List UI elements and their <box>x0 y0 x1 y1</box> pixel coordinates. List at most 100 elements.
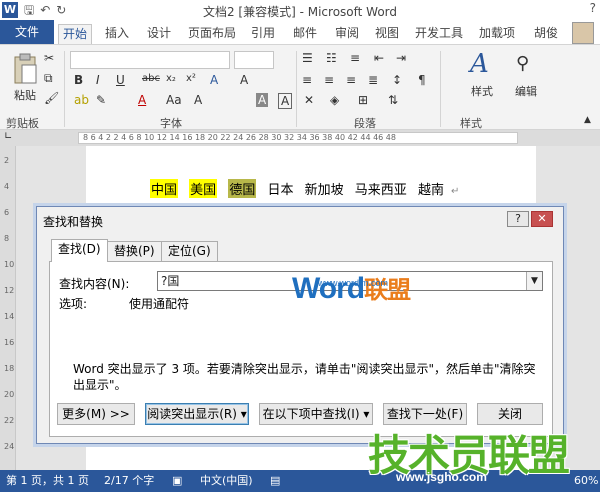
italic-button[interactable]: I <box>96 73 100 87</box>
vruler-label: 24 <box>4 442 15 451</box>
edit-button[interactable]: 编辑 <box>508 83 544 99</box>
watermark-word: Word <box>292 272 365 305</box>
justify-icon[interactable]: ≣ <box>368 73 378 87</box>
align-right-icon[interactable]: ≡ <box>346 73 356 87</box>
tab-design[interactable]: 设计 <box>142 24 176 44</box>
cut-icon[interactable]: ✂ <box>44 51 54 65</box>
word[interactable]: 新加坡 <box>305 179 344 198</box>
tab-mailings[interactable]: 邮件 <box>288 24 322 44</box>
tab-addins[interactable]: 加载项 <box>474 24 520 44</box>
proofing-icon[interactable]: ▣ <box>172 470 182 492</box>
word[interactable]: 马来西亚 <box>355 179 407 198</box>
jsgho-watermark-url: www.jsgho.com <box>396 470 487 484</box>
highlight-button[interactable]: ab <box>74 93 89 107</box>
show-marks-icon[interactable]: ¶ <box>418 73 426 87</box>
vruler-label: 20 <box>4 390 15 399</box>
font-name-combo[interactable] <box>70 51 230 69</box>
styles-icon[interactable]: A <box>470 49 489 79</box>
word[interactable]: 越南 <box>418 179 444 198</box>
tab-view[interactable]: 视图 <box>370 24 404 44</box>
tab-review[interactable]: 审阅 <box>330 24 364 44</box>
watermark-url: www.wordlm.com <box>318 278 389 288</box>
dialog-help-button[interactable]: ? <box>507 211 529 227</box>
macro-icon[interactable]: ▤ <box>270 470 280 492</box>
tab-goto[interactable]: 定位(G) <box>161 241 218 261</box>
language[interactable]: 中文(中国) <box>200 470 253 492</box>
paste-button[interactable]: 粘贴 <box>10 87 40 103</box>
vruler-label: 22 <box>4 416 15 425</box>
numbering-icon[interactable]: ☷ <box>326 51 337 65</box>
align-left-icon[interactable]: ≡ <box>302 73 312 87</box>
dialog-title: 查找和替换 <box>43 215 104 229</box>
format-painter-icon[interactable]: 🖌 <box>44 91 59 105</box>
sort-icon[interactable]: ⇅ <box>388 93 398 107</box>
collapse-ribbon-icon[interactable]: ▲ <box>584 115 591 125</box>
tab-insert[interactable]: 插入 <box>100 24 134 44</box>
shading-icon[interactable]: ◈ <box>330 93 339 107</box>
aa-button[interactable]: Aa <box>166 93 182 107</box>
char-border-button[interactable]: A <box>278 93 293 109</box>
separator <box>440 51 441 127</box>
decrease-indent-icon[interactable]: ⇤ <box>374 51 384 65</box>
find-in-button[interactable]: 在以下项中查找(I) ▾ <box>259 403 373 425</box>
vruler-label: 14 <box>4 312 15 321</box>
find-history-dropdown[interactable]: ▼ <box>526 272 542 290</box>
document-text-line[interactable]: 中国 美国 德国 日本 新加坡 马来西亚 越南 ↵ <box>150 179 466 198</box>
vruler-label: 6 <box>4 208 10 217</box>
font-size-combo[interactable] <box>234 51 274 69</box>
line-spacing-icon[interactable]: ↕ <box>392 73 402 87</box>
multilevel-list-icon[interactable]: ≡ <box>350 51 360 65</box>
page-count[interactable]: 第 1 页，共 1 页 <box>6 470 89 492</box>
font-group-label: 字体 <box>160 117 182 130</box>
word-count[interactable]: 2/17 个字 <box>104 470 154 492</box>
binoculars-icon[interactable]: ⚲ <box>516 53 529 74</box>
ribbon-tabs: 文件 开始 插入 设计 页面布局 引用 邮件 审阅 视图 开发工具 加载项 胡俊 <box>0 20 600 44</box>
help-icon[interactable]: ? <box>590 1 596 15</box>
paste-icon[interactable] <box>12 53 38 85</box>
avatar[interactable] <box>572 22 594 44</box>
find-replace-dialog: 查找和替换 ? ✕ 查找(D) 替换(P) 定位(G) 查找内容(N): ?国 … <box>36 206 564 444</box>
styles-button[interactable]: 样式 <box>464 83 500 99</box>
copy-icon[interactable]: ⧉ <box>44 71 53 86</box>
vertical-ruler: 2 4 6 8 10 12 14 16 18 20 22 24 <box>0 146 16 470</box>
subscript-button[interactable]: x₂ <box>166 73 176 84</box>
tab-user[interactable]: 胡俊 <box>526 24 566 44</box>
underline-button[interactable]: U <box>116 73 125 87</box>
superscript-button[interactable]: x² <box>186 73 196 84</box>
tab-file[interactable]: 文件 <box>0 20 54 44</box>
vruler-label: 18 <box>4 364 15 373</box>
tab-home[interactable]: 开始 <box>58 24 92 44</box>
window-title: 文档2 [兼容模式] - Microsoft Word <box>202 5 398 19</box>
highlighted-word[interactable]: 中国 <box>150 179 179 198</box>
reading-highlight-button[interactable]: 阅读突出显示(R) ▾ <box>145 403 249 425</box>
shrink-font-button[interactable]: A <box>194 93 202 107</box>
grow-font-button[interactable]: A <box>240 73 248 87</box>
strikethrough-button[interactable]: abc <box>142 73 160 84</box>
word[interactable]: 日本 <box>267 179 293 198</box>
tab-selector-icon[interactable]: ∟ <box>4 131 12 142</box>
tab-references[interactable]: 引用 <box>246 24 280 44</box>
tab-page-layout[interactable]: 页面布局 <box>184 24 240 44</box>
dialog-close-button[interactable]: ✕ <box>531 211 553 227</box>
text-effects-button[interactable]: A <box>210 73 218 87</box>
selected-highlighted-word[interactable]: 德国 <box>228 179 257 198</box>
pen-icon[interactable]: ✎ <box>96 93 106 107</box>
chinese-layout-icon[interactable]: ✕ <box>304 93 314 107</box>
align-center-icon[interactable]: ≡ <box>324 73 334 87</box>
more-button[interactable]: 更多(M) >> <box>57 403 135 425</box>
vruler-label: 4 <box>4 182 10 191</box>
bullets-icon[interactable]: ☰ <box>302 51 313 65</box>
tab-replace[interactable]: 替换(P) <box>107 241 162 261</box>
bold-button[interactable]: B <box>74 73 83 87</box>
title-bar: W 🖫 ↶ ↻ 文档2 [兼容模式] - Microsoft Word ? <box>0 0 600 20</box>
zoom-level[interactable]: 60% <box>574 470 598 492</box>
char-shading-button[interactable]: A <box>256 93 269 107</box>
tab-find[interactable]: 查找(D) <box>51 239 108 262</box>
styles-group-label: 样式 <box>460 117 482 130</box>
font-color-button[interactable]: A <box>138 93 146 107</box>
highlighted-word[interactable]: 美国 <box>189 179 218 198</box>
borders-icon[interactable]: ⊞ <box>358 93 368 107</box>
increase-indent-icon[interactable]: ⇥ <box>396 51 406 65</box>
tab-developer[interactable]: 开发工具 <box>410 24 468 44</box>
horizontal-ruler: ∟ 8 6 4 2 2 4 6 8 10 12 14 16 18 20 22 2… <box>0 130 600 146</box>
